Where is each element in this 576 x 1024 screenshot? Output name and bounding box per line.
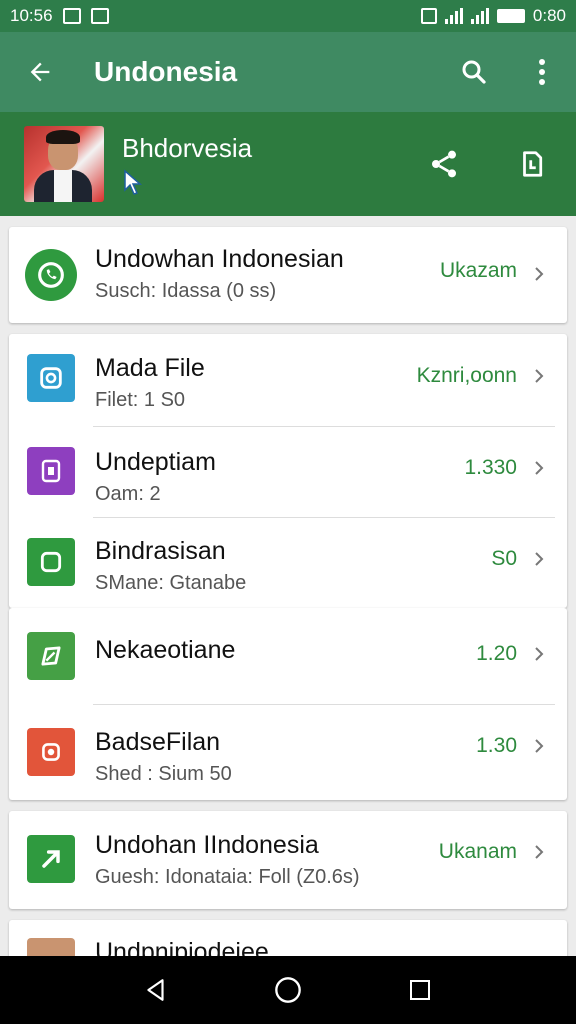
app-bar: Undonesia [0, 32, 576, 112]
item-value: Ukanam [438, 840, 517, 863]
search-button[interactable] [440, 32, 508, 112]
arrow-back-icon [30, 62, 50, 82]
item-subtitle: Filet: 1 S0 [95, 389, 186, 411]
list-item[interactable]: Undeptiam Oam: 2 1.330 [9, 426, 567, 517]
leaf-icon [27, 632, 75, 680]
triangle-back-icon [147, 979, 164, 1001]
whatsapp-icon [25, 249, 77, 301]
nav-back-button[interactable] [132, 966, 180, 1014]
list-card: Undowhan Indonesian Susch: Idassa (0 ss)… [9, 227, 567, 323]
signal-icon [444, 8, 463, 24]
record-icon [27, 728, 75, 776]
navigation-bar [0, 956, 576, 1024]
search-icon [462, 60, 486, 84]
profile-name: Bhdorvesia [122, 132, 253, 163]
notification-app-icon [62, 8, 81, 24]
page-title: Undonesia [94, 56, 238, 87]
play-arrow-icon [27, 835, 75, 883]
item-title: Bindrasisan [95, 537, 226, 565]
item-value: Ukazam [439, 259, 517, 282]
more-vert-icon [539, 59, 545, 85]
list-card: Nekaeotiane 1.20 BadseFilan Shed : Sium … [9, 608, 567, 800]
tablet-icon [27, 447, 75, 495]
list-item[interactable]: Mada File Filet: 1 S0 Kznri,oonn [9, 334, 567, 426]
chevron-right-icon [535, 552, 544, 566]
item-value: 1.20 [476, 642, 517, 665]
list-item[interactable]: Bindrasisan SMane: Gtanabe S0 [9, 517, 567, 608]
item-subtitle: SMane: Gtanabe [95, 572, 247, 594]
chevron-right-icon [535, 267, 544, 281]
profile-header: Bhdorvesia [0, 112, 576, 216]
list-item[interactable]: Undohan IIndonesia Guesh: Idonataia: Fol… [9, 811, 567, 909]
square-recents-icon [410, 980, 430, 1000]
back-button[interactable] [0, 32, 80, 112]
list-card: Mada File Filet: 1 S0 Kznri,oonn Undepti… [9, 334, 567, 608]
avatar[interactable] [24, 126, 104, 202]
vibrate-icon [420, 8, 437, 24]
status-bar: 10:56 0:80 [0, 0, 576, 32]
item-title: Undohan IIndonesia [95, 831, 319, 859]
camera-icon [27, 354, 75, 402]
item-title: Nekaeotiane [95, 636, 236, 664]
item-subtitle: Shed : Sium 50 [95, 763, 232, 785]
item-title: Undeptiam [95, 448, 216, 476]
chevron-right-icon [535, 845, 544, 859]
overflow-menu-button[interactable] [508, 32, 576, 112]
list-item[interactable]: Undowhan Indonesian Susch: Idassa (0 ss)… [9, 227, 567, 323]
item-value: Kznri,oonn [416, 364, 517, 387]
item-title: BadseFilan [95, 728, 221, 756]
item-title: Undowhan Indonesian [95, 245, 344, 273]
item-title: Mada File [95, 354, 205, 382]
bookmark-button[interactable] [488, 112, 576, 216]
square-icon [27, 538, 75, 586]
status-time: 10:56 [10, 6, 53, 25]
note-icon [523, 151, 543, 177]
circle-home-icon [275, 977, 301, 1003]
nav-recents-button[interactable] [396, 966, 444, 1014]
list-item[interactable]: BadseFilan Shed : Sium 50 1.30 [9, 704, 567, 800]
signal-icon-2 [470, 8, 489, 24]
notification-mail-icon [90, 8, 109, 24]
nav-home-button[interactable] [264, 966, 312, 1014]
list-card: Undohan IIndonesia Guesh: Idonataia: Fol… [9, 811, 567, 909]
item-subtitle: Oam: 2 [95, 483, 161, 505]
item-subtitle: Guesh: Idonataia: Foll (Z0.6s) [95, 866, 360, 888]
item-value: 1.30 [476, 734, 517, 757]
battery-icon [496, 9, 525, 23]
share-icon [432, 150, 456, 178]
chevron-right-icon [535, 647, 544, 661]
cursor-icon [124, 168, 143, 195]
chevron-right-icon [535, 739, 544, 753]
status-battery-text: 0:80 [532, 6, 566, 25]
item-value: S0 [491, 547, 517, 570]
chevron-right-icon [535, 461, 544, 475]
list-item[interactable]: Nekaeotiane 1.20 [9, 608, 567, 704]
share-button[interactable] [400, 112, 488, 216]
chevron-right-icon [535, 369, 544, 383]
item-subtitle: Susch: Idassa (0 ss) [95, 280, 277, 302]
item-value: 1.330 [464, 456, 517, 479]
